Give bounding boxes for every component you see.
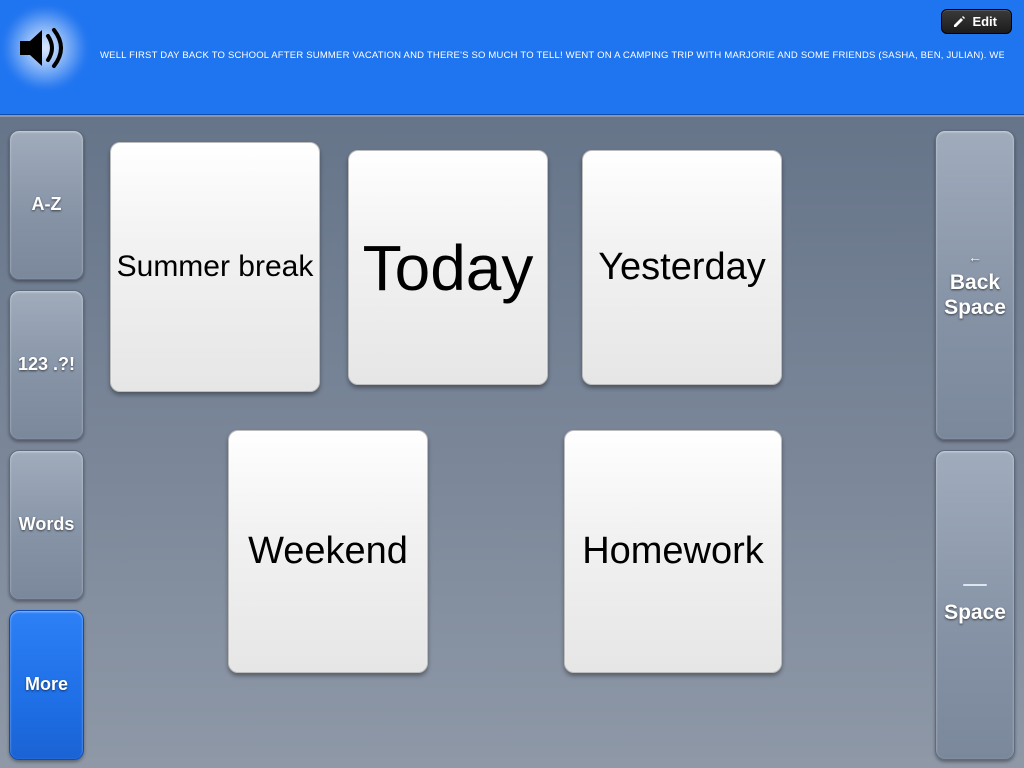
keyboard-az-label: A-Z <box>32 194 62 216</box>
speak-button[interactable] <box>10 18 80 78</box>
main-area: A-Z 123 .?! Words More ← Back Space Spac… <box>0 115 1024 768</box>
keyboard-numbers-label: 123 .?! <box>18 354 75 376</box>
tile-today[interactable]: Today <box>348 150 548 385</box>
tile-weekend[interactable]: Weekend <box>228 430 428 673</box>
pencil-icon <box>952 15 966 29</box>
tile-summer-break-label: Summer break <box>117 250 314 284</box>
tile-homework[interactable]: Homework <box>564 430 782 673</box>
keyboard-az-button[interactable]: A-Z <box>9 130 84 280</box>
message-ticker: WELL FIRST DAY BACK TO SCHOOL AFTER SUMM… <box>100 50 1004 61</box>
space-label: Space <box>944 600 1006 625</box>
tile-today-label: Today <box>363 231 534 305</box>
tile-yesterday-label: Yesterday <box>598 246 766 289</box>
speaker-icon <box>18 26 72 70</box>
tile-homework-label: Homework <box>582 530 764 573</box>
tile-summer-break[interactable]: Summer break <box>110 142 320 392</box>
keyboard-words-label: Words <box>19 514 75 536</box>
space-dash-icon <box>963 584 987 586</box>
edit-label: Edit <box>972 14 997 29</box>
backspace-arrow-icon: ← <box>968 249 982 266</box>
space-button[interactable]: Space <box>935 450 1015 760</box>
tile-weekend-label: Weekend <box>248 530 408 573</box>
keyboard-more-label: More <box>25 674 68 696</box>
keyboard-more-button[interactable]: More <box>9 610 84 760</box>
keyboard-numbers-button[interactable]: 123 .?! <box>9 290 84 440</box>
keyboard-words-button[interactable]: Words <box>9 450 84 600</box>
edit-button[interactable]: Edit <box>941 9 1012 34</box>
tile-yesterday[interactable]: Yesterday <box>582 150 782 385</box>
backspace-button[interactable]: ← Back Space <box>935 130 1015 440</box>
backspace-label-1: Back <box>950 270 1000 295</box>
top-bar: WELL FIRST DAY BACK TO SCHOOL AFTER SUMM… <box>0 0 1024 115</box>
backspace-label-2: Space <box>944 295 1006 320</box>
